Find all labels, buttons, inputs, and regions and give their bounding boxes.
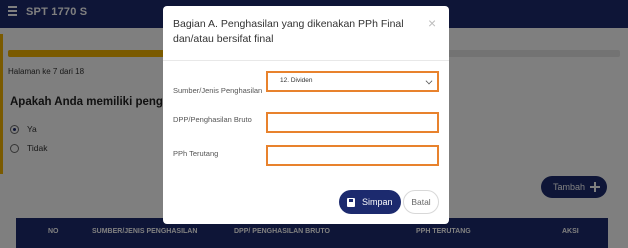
simpan-label: Simpan — [362, 197, 393, 207]
save-icon — [347, 197, 355, 207]
close-icon[interactable]: × — [428, 16, 436, 30]
sumber-label: Sumber/Jenis Penghasilan — [173, 86, 263, 95]
sumber-select-value: 12. Dividen — [280, 77, 313, 84]
pph-label: PPh Terutang — [173, 149, 219, 158]
income-modal: Bagian A. Penghasilan yang dikenakan PPh… — [163, 6, 449, 224]
simpan-button[interactable]: Simpan — [339, 190, 401, 214]
modal-title: Bagian A. Penghasilan yang dikenakan PPh… — [173, 18, 404, 45]
dpp-input[interactable] — [266, 112, 439, 133]
pph-input[interactable] — [266, 145, 439, 166]
modal-divider — [163, 60, 449, 61]
dpp-label: DPP/Penghasilan Bruto — [173, 115, 252, 124]
chevron-down-icon — [425, 77, 433, 85]
sumber-select[interactable]: 12. Dividen — [266, 71, 439, 92]
batal-button[interactable]: Batal — [403, 190, 439, 214]
